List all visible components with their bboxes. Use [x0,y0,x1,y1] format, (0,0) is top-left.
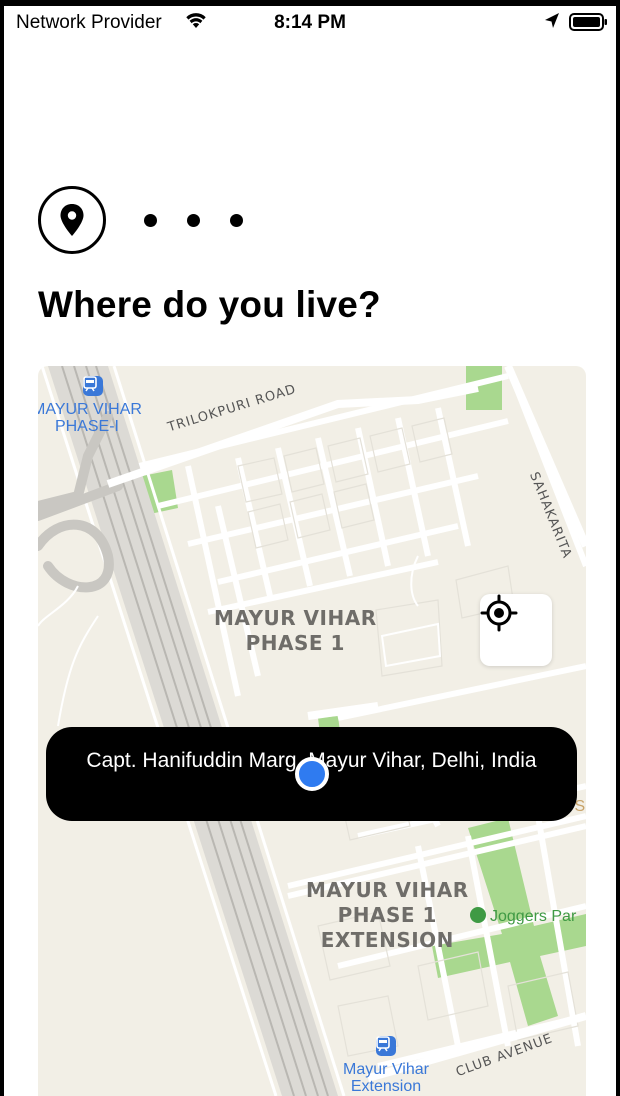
step-dot [187,214,200,227]
park-label: Joggers Par [470,907,576,926]
device-frame-right [616,0,620,1096]
step-dot [144,214,157,227]
crosshair-target-icon [480,594,518,632]
status-bar: Network Provider 8:14 PM [0,0,620,44]
trilokpuri-road [106,384,479,488]
battery-icon [569,12,609,37]
metro-label-top: MAYUR VIHAR PHASE-I [38,401,142,435]
locate-me-button[interactable] [480,594,552,666]
map-pin-icon [38,186,106,254]
page-title: Where do you live? [38,284,381,325]
park-label-text: Joggers Par [490,908,577,925]
location-arrow-icon [544,12,560,35]
area-label-mayur-vihar-phase-1: MAYUR VIHAR PHASE 1 [214,606,377,655]
device-frame-left [0,0,4,1096]
park-icon [470,907,486,923]
metro-station-icon [83,376,103,396]
clock-time: 8:14 PM [274,12,346,33]
current-location-dot [295,757,329,791]
step-dot [230,214,243,227]
metro-station-icon [376,1036,396,1056]
area-label-extension: MAYUR VIHAR PHASE 1 EXTENSION [306,878,469,952]
metro-label-bottom: Mayur Vihar Extension [343,1061,429,1095]
progress-steps [144,214,243,227]
